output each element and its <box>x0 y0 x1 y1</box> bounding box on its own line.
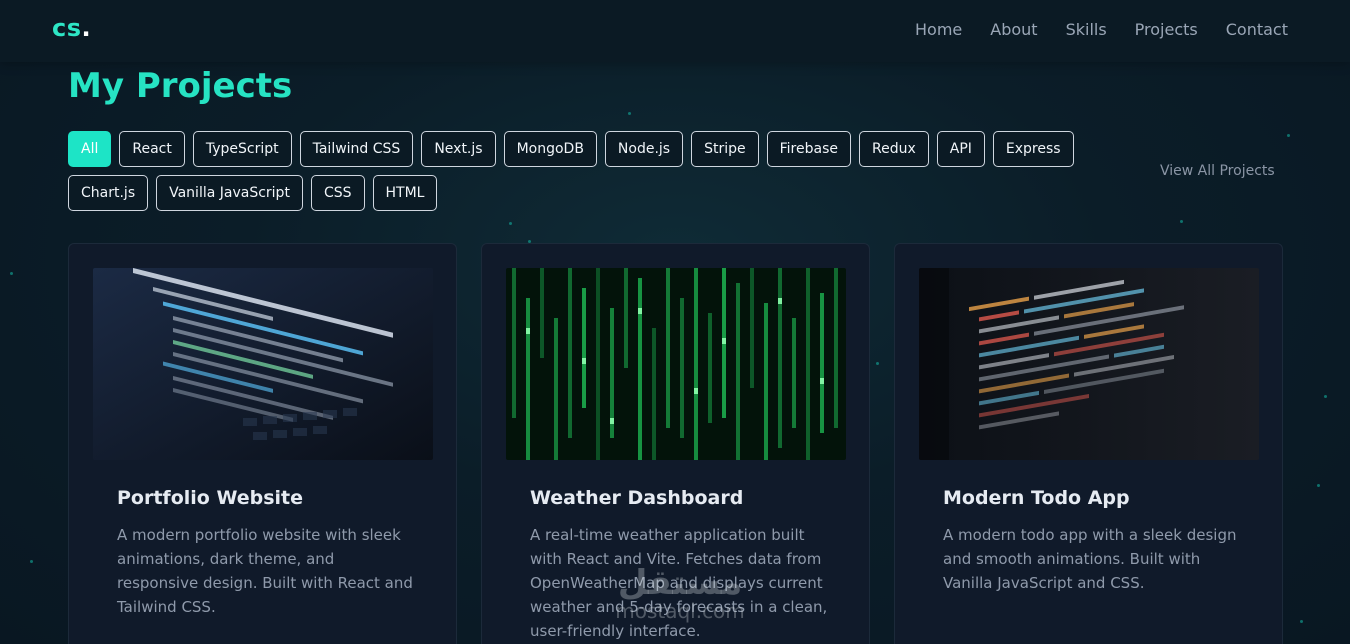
logo-dot: . <box>81 14 92 42</box>
watermark-arabic: مستقل <box>617 563 743 603</box>
filter-express[interactable]: Express <box>992 131 1074 167</box>
project-description: A modern portfolio website with sleek an… <box>117 526 413 616</box>
watermark: مستقل mostaql.com <box>595 565 765 621</box>
nav-links: Home About Skills Projects Contact <box>915 20 1288 39</box>
project-image-code-laptop <box>93 268 433 460</box>
filter-nextjs[interactable]: Next.js <box>421 131 496 167</box>
filter-mongodb[interactable]: MongoDB <box>503 131 597 167</box>
project-image-matrix-code <box>506 268 846 460</box>
filter-react[interactable]: React <box>119 131 185 167</box>
project-image-code-editor <box>919 268 1259 460</box>
nav-link-about[interactable]: About <box>990 20 1037 39</box>
filter-stripe[interactable]: Stripe <box>691 131 759 167</box>
filter-firebase[interactable]: Firebase <box>766 131 851 167</box>
nav-link-home[interactable]: Home <box>915 20 962 39</box>
project-card[interactable]: Modern Todo App A modern todo app with a… <box>894 243 1283 644</box>
filter-vanilla-javascript[interactable]: Vanilla JavaScript <box>156 175 303 211</box>
filter-chartjs[interactable]: Chart.js <box>68 175 149 211</box>
filter-tailwind-css[interactable]: Tailwind CSS <box>299 131 414 167</box>
page-title: My Projects <box>68 66 293 106</box>
filter-nodejs[interactable]: Node.js <box>604 131 684 167</box>
logo[interactable]: cs. <box>52 14 91 42</box>
filter-bar: All React TypeScript Tailwind CSS Next.j… <box>68 131 1078 211</box>
filter-all[interactable]: All <box>68 131 112 167</box>
filter-html[interactable]: HTML <box>372 175 438 211</box>
filter-api[interactable]: API <box>936 131 985 167</box>
project-title: Modern Todo App <box>943 487 1130 509</box>
logo-text: cs <box>52 14 82 42</box>
nav-link-contact[interactable]: Contact <box>1226 20 1288 39</box>
project-card[interactable]: Portfolio Website A modern portfolio web… <box>68 243 457 644</box>
navbar: cs. Home About Skills Projects Contact <box>0 0 1350 62</box>
view-all-projects-link[interactable]: View All Projects <box>1160 163 1275 179</box>
nav-link-skills[interactable]: Skills <box>1066 20 1107 39</box>
filter-typescript[interactable]: TypeScript <box>192 131 292 167</box>
filter-css[interactable]: CSS <box>310 175 365 211</box>
project-title: Weather Dashboard <box>530 487 744 509</box>
filter-redux[interactable]: Redux <box>858 131 929 167</box>
project-description: A modern todo app with a sleek design an… <box>943 526 1237 592</box>
nav-link-projects[interactable]: Projects <box>1135 20 1198 39</box>
watermark-latin: mostaql.com <box>615 599 745 623</box>
project-title: Portfolio Website <box>117 487 304 509</box>
